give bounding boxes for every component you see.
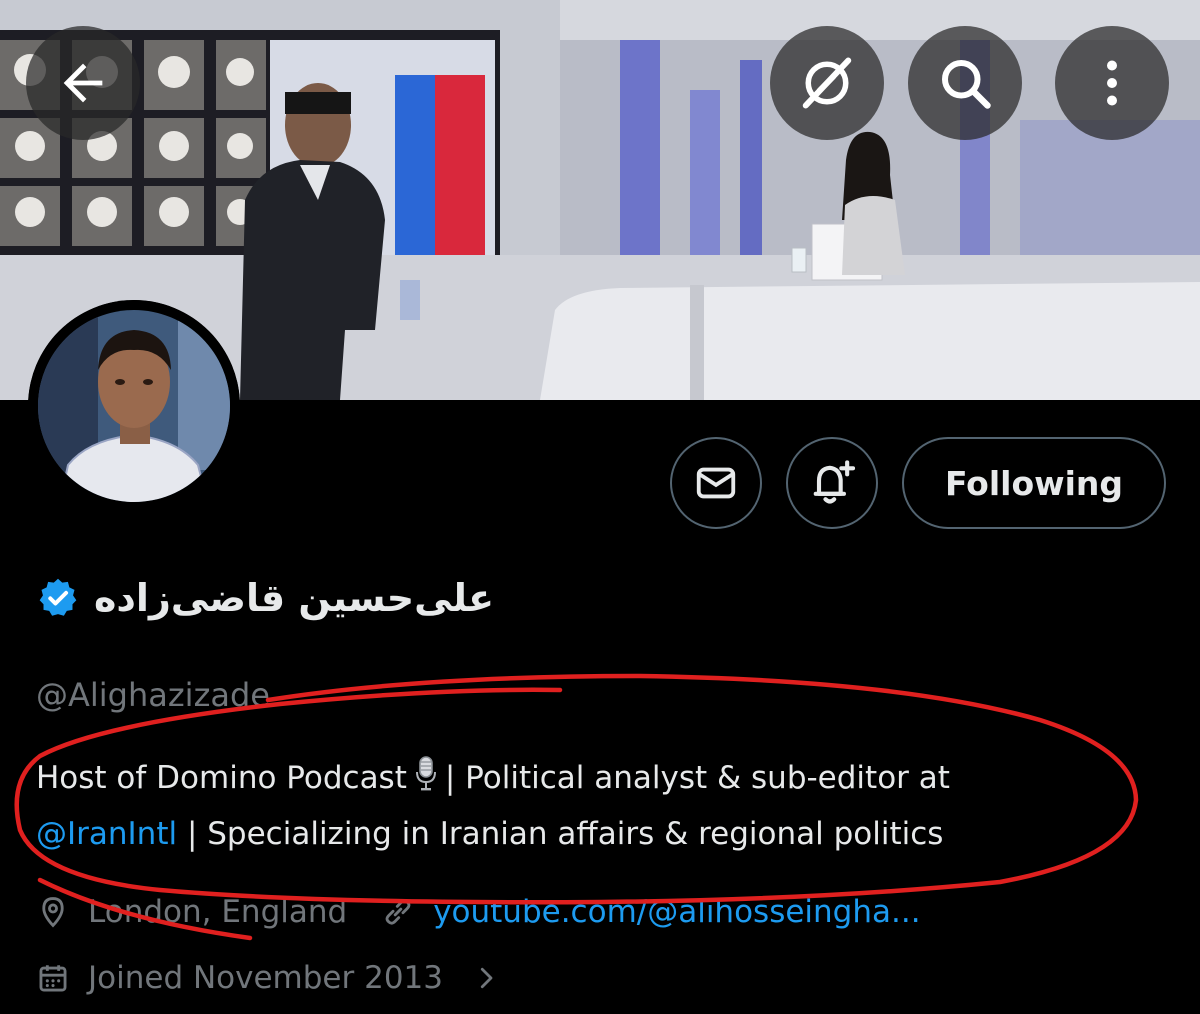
bio-text-3: | Specializing in Iranian affairs & regi… — [186, 816, 944, 852]
profile-avatar[interactable] — [28, 300, 240, 512]
verified-badge-icon[interactable] — [36, 576, 80, 620]
back-button[interactable] — [26, 26, 140, 140]
message-button[interactable] — [670, 437, 762, 529]
bell-plus-icon — [813, 460, 856, 504]
grok-button[interactable] — [770, 26, 884, 140]
chevron-right-icon — [471, 963, 501, 993]
microphone-icon — [413, 756, 439, 808]
following-button[interactable]: Following — [902, 437, 1166, 529]
display-name: علی‌حسین قاضی‌زاده — [94, 576, 495, 620]
back-arrow-icon — [63, 63, 103, 103]
bio-text-1: Host of Domino Podcast — [36, 760, 407, 796]
grok-icon — [802, 57, 852, 109]
calendar-icon — [36, 961, 70, 995]
more-options-button[interactable] — [1055, 26, 1169, 140]
display-name-row: علی‌حسین قاضی‌زاده — [36, 568, 494, 628]
search-icon — [942, 60, 991, 109]
location-pin-icon — [36, 895, 70, 929]
user-handle: @Alighazizade — [36, 676, 270, 714]
more-vertical-icon — [1107, 60, 1117, 106]
joined-date: Joined November 2013 — [88, 960, 443, 996]
website-link[interactable]: youtube.com/@alihosseingha... — [433, 894, 920, 930]
envelope-icon — [696, 467, 736, 499]
location-text: London, England — [88, 894, 348, 930]
profile-bio: Host of Domino Podcast | Political analys… — [36, 752, 1156, 860]
bio-mention-link[interactable]: @IranIntl — [36, 816, 177, 852]
joined-row[interactable]: Joined November 2013 — [36, 953, 519, 1003]
following-label: Following — [944, 463, 1124, 503]
search-button[interactable] — [908, 26, 1022, 140]
notifications-button[interactable] — [786, 437, 878, 529]
avatar-image — [28, 300, 240, 512]
profile-meta-row: London, England youtube.com/@alihosseing… — [36, 887, 921, 937]
bio-text-2: | Political analyst & sub-editor at — [444, 760, 950, 796]
link-icon — [381, 895, 415, 929]
